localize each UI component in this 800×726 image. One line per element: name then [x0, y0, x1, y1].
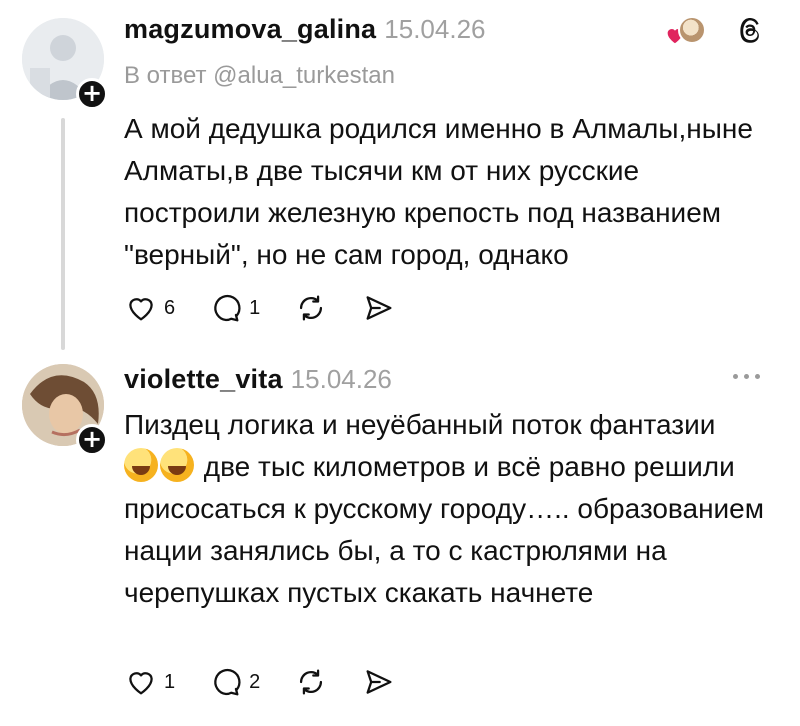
comment-post: + violette_vita 15.04.26 Пиздец логика и…: [0, 352, 800, 726]
share-button[interactable]: [362, 290, 396, 326]
username[interactable]: magzumova_galina: [124, 14, 376, 45]
like-button[interactable]: 1: [124, 664, 175, 700]
post-date: 15.04.26: [290, 364, 392, 394]
post-header: violette_vita 15.04.26: [124, 364, 392, 395]
follow-plus-button[interactable]: +: [76, 78, 108, 110]
threads-logo-icon[interactable]: [732, 14, 766, 48]
like-count: 6: [164, 296, 176, 319]
action-bar: 1 2: [124, 664, 430, 700]
share-button[interactable]: [362, 664, 396, 700]
top-right-controls: [664, 14, 766, 48]
heart-outline-icon: [129, 672, 153, 695]
like-button[interactable]: 6: [124, 290, 175, 326]
heart-outline-icon: [129, 298, 153, 321]
post-header: magzumova_galina 15.04.26: [124, 14, 486, 45]
repost-button[interactable]: [294, 664, 328, 700]
comment-button[interactable]: 2: [209, 664, 260, 700]
follow-plus-button[interactable]: +: [76, 424, 108, 456]
reaction-avatars[interactable]: [664, 14, 708, 48]
laughing-tears-emoji-icon: [160, 448, 194, 482]
speech-bubble-icon: [214, 668, 241, 696]
comment-count: 1: [249, 296, 261, 319]
comment-text-line: Пиздец логика и неуёбанный поток фантази…: [124, 409, 716, 440]
like-count: 1: [164, 670, 176, 693]
post-date: 15.04.26: [384, 14, 486, 44]
thread-line: [61, 118, 65, 350]
paper-plane-icon: [366, 670, 392, 694]
comment-text: Пиздец логика и неуёбанный поток фантази…: [124, 404, 774, 614]
liker-avatar: [678, 16, 706, 44]
more-dots-icon[interactable]: [726, 366, 766, 386]
repost-arrows-icon: [300, 669, 323, 695]
username[interactable]: violette_vita: [124, 364, 283, 395]
comment-count: 2: [249, 670, 261, 693]
reply-to-label[interactable]: В ответ @alua_turkestan: [124, 62, 395, 90]
repost-arrows-icon: [300, 295, 323, 321]
speech-bubble-icon: [214, 294, 241, 322]
comment-button[interactable]: 1: [209, 290, 260, 326]
laughing-tears-emoji-icon: [124, 448, 158, 482]
comment-text: А мой дедушка родился именно в Алмалы,ны…: [124, 113, 753, 270]
comment-text-rest: две тыс километров и всё равно решили пр…: [124, 451, 764, 608]
paper-plane-icon: [366, 296, 392, 320]
action-bar: 6 1: [124, 290, 430, 326]
repost-button[interactable]: [294, 290, 328, 326]
comment-post: + magzumova_galina 15.04.26 В ответ @alu…: [0, 0, 800, 352]
